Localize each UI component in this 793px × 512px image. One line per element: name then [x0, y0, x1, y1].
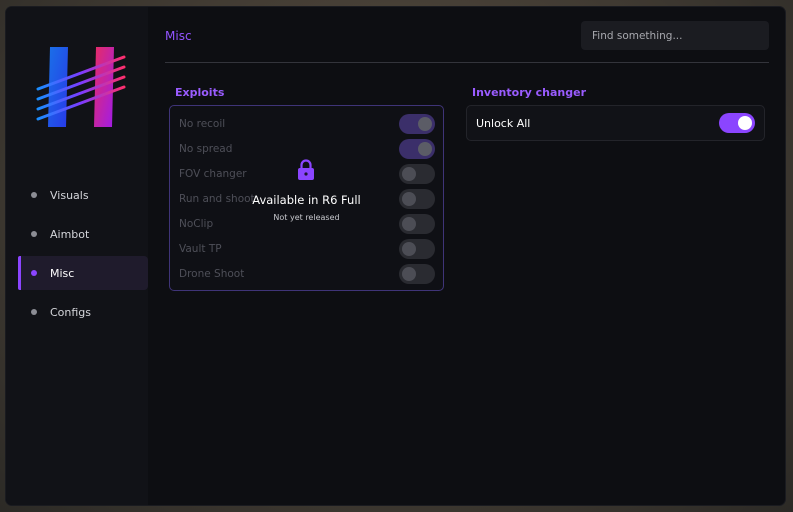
bullet-icon	[31, 192, 37, 198]
vault-tp-toggle[interactable]	[399, 239, 435, 259]
toggle-knob	[418, 117, 432, 131]
sidebar-item-aimbot[interactable]: Aimbot	[18, 217, 148, 251]
sidebar-item-label: Misc	[50, 266, 75, 280]
inventory-section-title: Inventory changer	[472, 86, 586, 99]
search-input[interactable]	[581, 21, 769, 50]
no-recoil-toggle[interactable]	[399, 114, 435, 134]
sidebar-item-label: Aimbot	[50, 227, 90, 241]
fov-changer-toggle[interactable]	[399, 164, 435, 184]
bullet-icon	[31, 270, 37, 276]
sidebar-nav: Visuals Aimbot Misc Configs	[18, 178, 148, 334]
toggle-knob	[402, 217, 416, 231]
exploits-section-title: Exploits	[175, 86, 225, 99]
sidebar-item-misc[interactable]: Misc	[18, 256, 148, 290]
feature-row-no-spread: No spread	[179, 138, 435, 160]
no-spread-toggle[interactable]	[399, 139, 435, 159]
drone-shoot-toggle[interactable]	[399, 264, 435, 284]
sidebar-item-configs[interactable]: Configs	[18, 295, 148, 329]
sidebar-item-label: Configs	[50, 305, 92, 319]
sidebar-item-label: Visuals	[50, 188, 89, 202]
feature-label: No recoil	[179, 118, 226, 130]
feature-label: Run and shoot	[179, 193, 255, 205]
feature-row-noclip: NoClip	[179, 213, 435, 235]
toggle-knob	[418, 142, 432, 156]
inventory-panel: Unlock All	[466, 105, 765, 141]
noclip-toggle[interactable]	[399, 214, 435, 234]
run-and-shoot-toggle[interactable]	[399, 189, 435, 209]
exploits-panel: No recoil No spread FOV changer Run and …	[169, 105, 444, 291]
toggle-knob	[402, 192, 416, 206]
feature-label: Drone Shoot	[179, 268, 245, 280]
toggle-knob	[402, 267, 416, 281]
feature-label: No spread	[179, 143, 233, 155]
bullet-icon	[31, 309, 37, 315]
feature-row-no-recoil: No recoil	[179, 113, 435, 135]
brand-logo	[36, 47, 126, 127]
toggle-knob	[402, 242, 416, 256]
sidebar-item-visuals[interactable]: Visuals	[18, 178, 148, 212]
feature-row-vault-tp: Vault TP	[179, 238, 435, 260]
app-window: Visuals Aimbot Misc Configs Misc Exploit…	[6, 7, 785, 505]
feature-row-run-and-shoot: Run and shoot	[179, 188, 435, 210]
feature-row-drone-shoot: Drone Shoot	[179, 263, 435, 285]
toggle-knob	[402, 167, 416, 181]
bullet-icon	[31, 231, 37, 237]
feature-label: NoClip	[179, 218, 214, 230]
sidebar: Visuals Aimbot Misc Configs	[6, 7, 148, 505]
toggle-knob	[738, 116, 752, 130]
feature-label: FOV changer	[179, 168, 247, 180]
feature-row-fov-changer: FOV changer	[179, 163, 435, 185]
unlock-all-label: Unlock All	[476, 116, 531, 130]
feature-label: Vault TP	[179, 243, 222, 255]
header-divider	[165, 62, 769, 63]
page-title: Misc	[165, 29, 192, 43]
unlock-all-toggle[interactable]	[719, 113, 755, 133]
